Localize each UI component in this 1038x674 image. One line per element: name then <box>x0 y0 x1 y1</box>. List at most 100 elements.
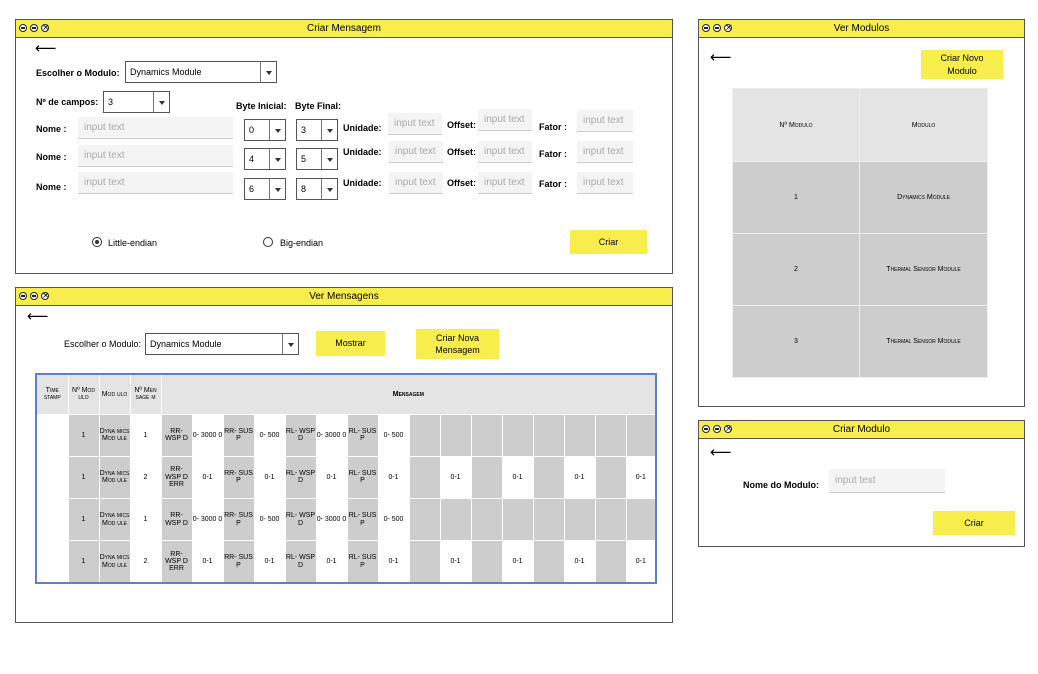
unidade-input[interactable]: input text <box>389 172 443 194</box>
chevron-down-icon[interactable] <box>260 62 276 82</box>
minimize-icon[interactable] <box>702 24 710 32</box>
nome-label: Nome : <box>36 182 67 192</box>
table-row[interactable]: 3 Thermal Sensor Module <box>732 305 988 378</box>
criar-button[interactable]: Criar <box>933 511 1015 535</box>
back-arrow-icon[interactable]: ⟵ <box>710 445 732 460</box>
minimize-icon[interactable] <box>19 24 27 32</box>
chevron-down-icon[interactable] <box>269 179 285 199</box>
little-endian-radio[interactable] <box>92 237 102 247</box>
criar-nova-mensagem-button[interactable]: Criar Nova Mensagem <box>416 329 499 359</box>
offset-input[interactable]: input text <box>478 172 532 194</box>
maximize-icon[interactable] <box>713 425 721 433</box>
close-icon[interactable] <box>41 20 49 32</box>
modulo-select[interactable]: Dynamics Module <box>125 61 277 83</box>
fator-input[interactable]: input text <box>577 110 633 132</box>
cell-field: 0- 500 <box>377 498 410 542</box>
close-icon[interactable] <box>724 20 732 32</box>
cell-field <box>408 540 441 584</box>
chevron-down-icon[interactable] <box>321 120 337 140</box>
byte-final-select[interactable]: 8 <box>296 178 338 200</box>
cell-field <box>470 455 503 500</box>
cell-field: 0-1 <box>377 455 410 500</box>
back-arrow-icon[interactable]: ⟵ <box>710 50 732 65</box>
criar-novo-modulo-button[interactable]: Criar Novo Modulo <box>921 50 1003 79</box>
cell-num-modulo: 1 <box>67 455 100 500</box>
chevron-down-icon[interactable] <box>153 92 169 112</box>
table-row[interactable]: 1 Dyna mics Mod ule 1 RR- WSP D 0- 3000 … <box>35 498 657 542</box>
big-endian-label: Big-endian <box>280 238 324 248</box>
criar-modulo-titlebar: Criar Modulo <box>699 421 1024 439</box>
campos-select[interactable]: 3 <box>103 91 170 113</box>
mensagens-table: Time stamp Nº Mod ulo Mod ulo Nº Men sag… <box>35 373 658 584</box>
table-row[interactable]: 1 Dyna mics Mod ule 2 RR- WSP D ERR 0-1 … <box>35 455 657 500</box>
modulo-select-value: Dynamics Module <box>130 67 202 77</box>
back-arrow-icon[interactable]: ⟵ <box>35 41 57 56</box>
close-icon[interactable] <box>724 421 732 433</box>
maximize-icon[interactable] <box>713 24 721 32</box>
table-row[interactable]: 1 Dyna mics Mod ule 2 RR- WSP D ERR 0-1 … <box>35 540 657 584</box>
cell-field: RR- WSP D ERR <box>160 455 193 500</box>
cell-modulo: Dyna mics Mod ule <box>98 540 131 584</box>
criar-button[interactable]: Criar <box>570 230 647 254</box>
byte-inicial-select[interactable]: 4 <box>244 148 286 170</box>
criar-modulo-window: Criar Modulo ⟵ Nome do Modulo: input tex… <box>698 420 1025 547</box>
window-title: Ver Modulos <box>833 23 890 34</box>
chevron-down-icon[interactable] <box>321 179 337 199</box>
minimize-icon[interactable] <box>702 425 710 433</box>
cell-field: 0-1 <box>377 540 410 584</box>
cell-field: RR- SUS P <box>222 413 255 457</box>
cell-field: RL- SUS P <box>346 455 379 500</box>
chevron-down-icon[interactable] <box>269 149 285 169</box>
nome-modulo-input[interactable]: input text <box>829 469 945 493</box>
window-title: Criar Modulo <box>832 424 891 435</box>
mostrar-button[interactable]: Mostrar <box>316 331 385 356</box>
byte-inicial-select[interactable]: 0 <box>244 119 286 141</box>
campos-select-value: 3 <box>108 97 114 107</box>
nome-input[interactable]: input text <box>78 172 233 194</box>
cell-field: 0-1 <box>625 455 657 500</box>
cell-field: RL- SUS P <box>346 413 379 457</box>
cell-field: 0- 500 <box>253 413 286 457</box>
little-endian-label: Little-endian <box>108 238 158 248</box>
minimize-icon[interactable] <box>19 292 27 300</box>
ver-modulos-titlebar: Ver Modulos <box>699 20 1024 38</box>
cell-field <box>594 455 627 500</box>
byte-final-select[interactable]: 3 <box>296 119 338 141</box>
back-arrow-icon[interactable]: ⟵ <box>27 309 49 324</box>
offset-input[interactable]: input text <box>478 141 532 163</box>
table-row[interactable]: 1 Dyna mics Mod ule 1 RR- WSP D 0- 3000 … <box>35 413 657 457</box>
fator-input[interactable]: input text <box>577 172 633 194</box>
cell-modulo: Thermal Sensor Module <box>859 233 988 306</box>
big-endian-radio[interactable] <box>263 237 273 247</box>
fator-input[interactable]: input text <box>577 141 633 163</box>
window-title: Criar Mensagem <box>307 23 381 34</box>
chevron-down-icon[interactable] <box>321 149 337 169</box>
cell-modulo: Dyna mics Mod ule <box>98 413 131 457</box>
header-num-mensagem: Nº Men sage m <box>129 373 162 415</box>
cell-field: RR- SUS P <box>222 455 255 500</box>
fator-label: Fator : <box>539 179 567 189</box>
close-icon[interactable] <box>41 288 49 300</box>
cell-field <box>594 540 627 584</box>
unidade-input[interactable]: input text <box>389 141 443 163</box>
maximize-icon[interactable] <box>30 24 38 32</box>
modulo-select[interactable]: Dynamics Module <box>145 333 299 355</box>
cell-field <box>408 498 441 542</box>
table-row[interactable]: 1 Dynamics Module <box>732 161 988 234</box>
unidade-input[interactable]: input text <box>388 113 442 135</box>
nome-input[interactable]: input text <box>78 145 233 167</box>
header-modulo: Mod ulo <box>98 373 131 415</box>
criar-mensagem-window: Criar Mensagem ⟵ Escolher o Modulo: Dyna… <box>15 19 673 274</box>
nome-input[interactable]: input text <box>78 117 233 139</box>
maximize-icon[interactable] <box>30 292 38 300</box>
chevron-down-icon[interactable] <box>282 334 298 354</box>
offset-input[interactable]: input text <box>478 109 532 131</box>
table-row[interactable]: 2 Thermal Sensor Module <box>732 233 988 306</box>
chevron-down-icon[interactable] <box>269 120 285 140</box>
byte-inicial-select[interactable]: 6 <box>244 178 286 200</box>
cell-field: 0-1 <box>191 455 224 500</box>
cell-field <box>470 413 503 457</box>
byte-final-value: 3 <box>301 125 307 135</box>
modulo-select-value: Dynamics Module <box>150 339 222 349</box>
byte-final-select[interactable]: 5 <box>296 148 338 170</box>
